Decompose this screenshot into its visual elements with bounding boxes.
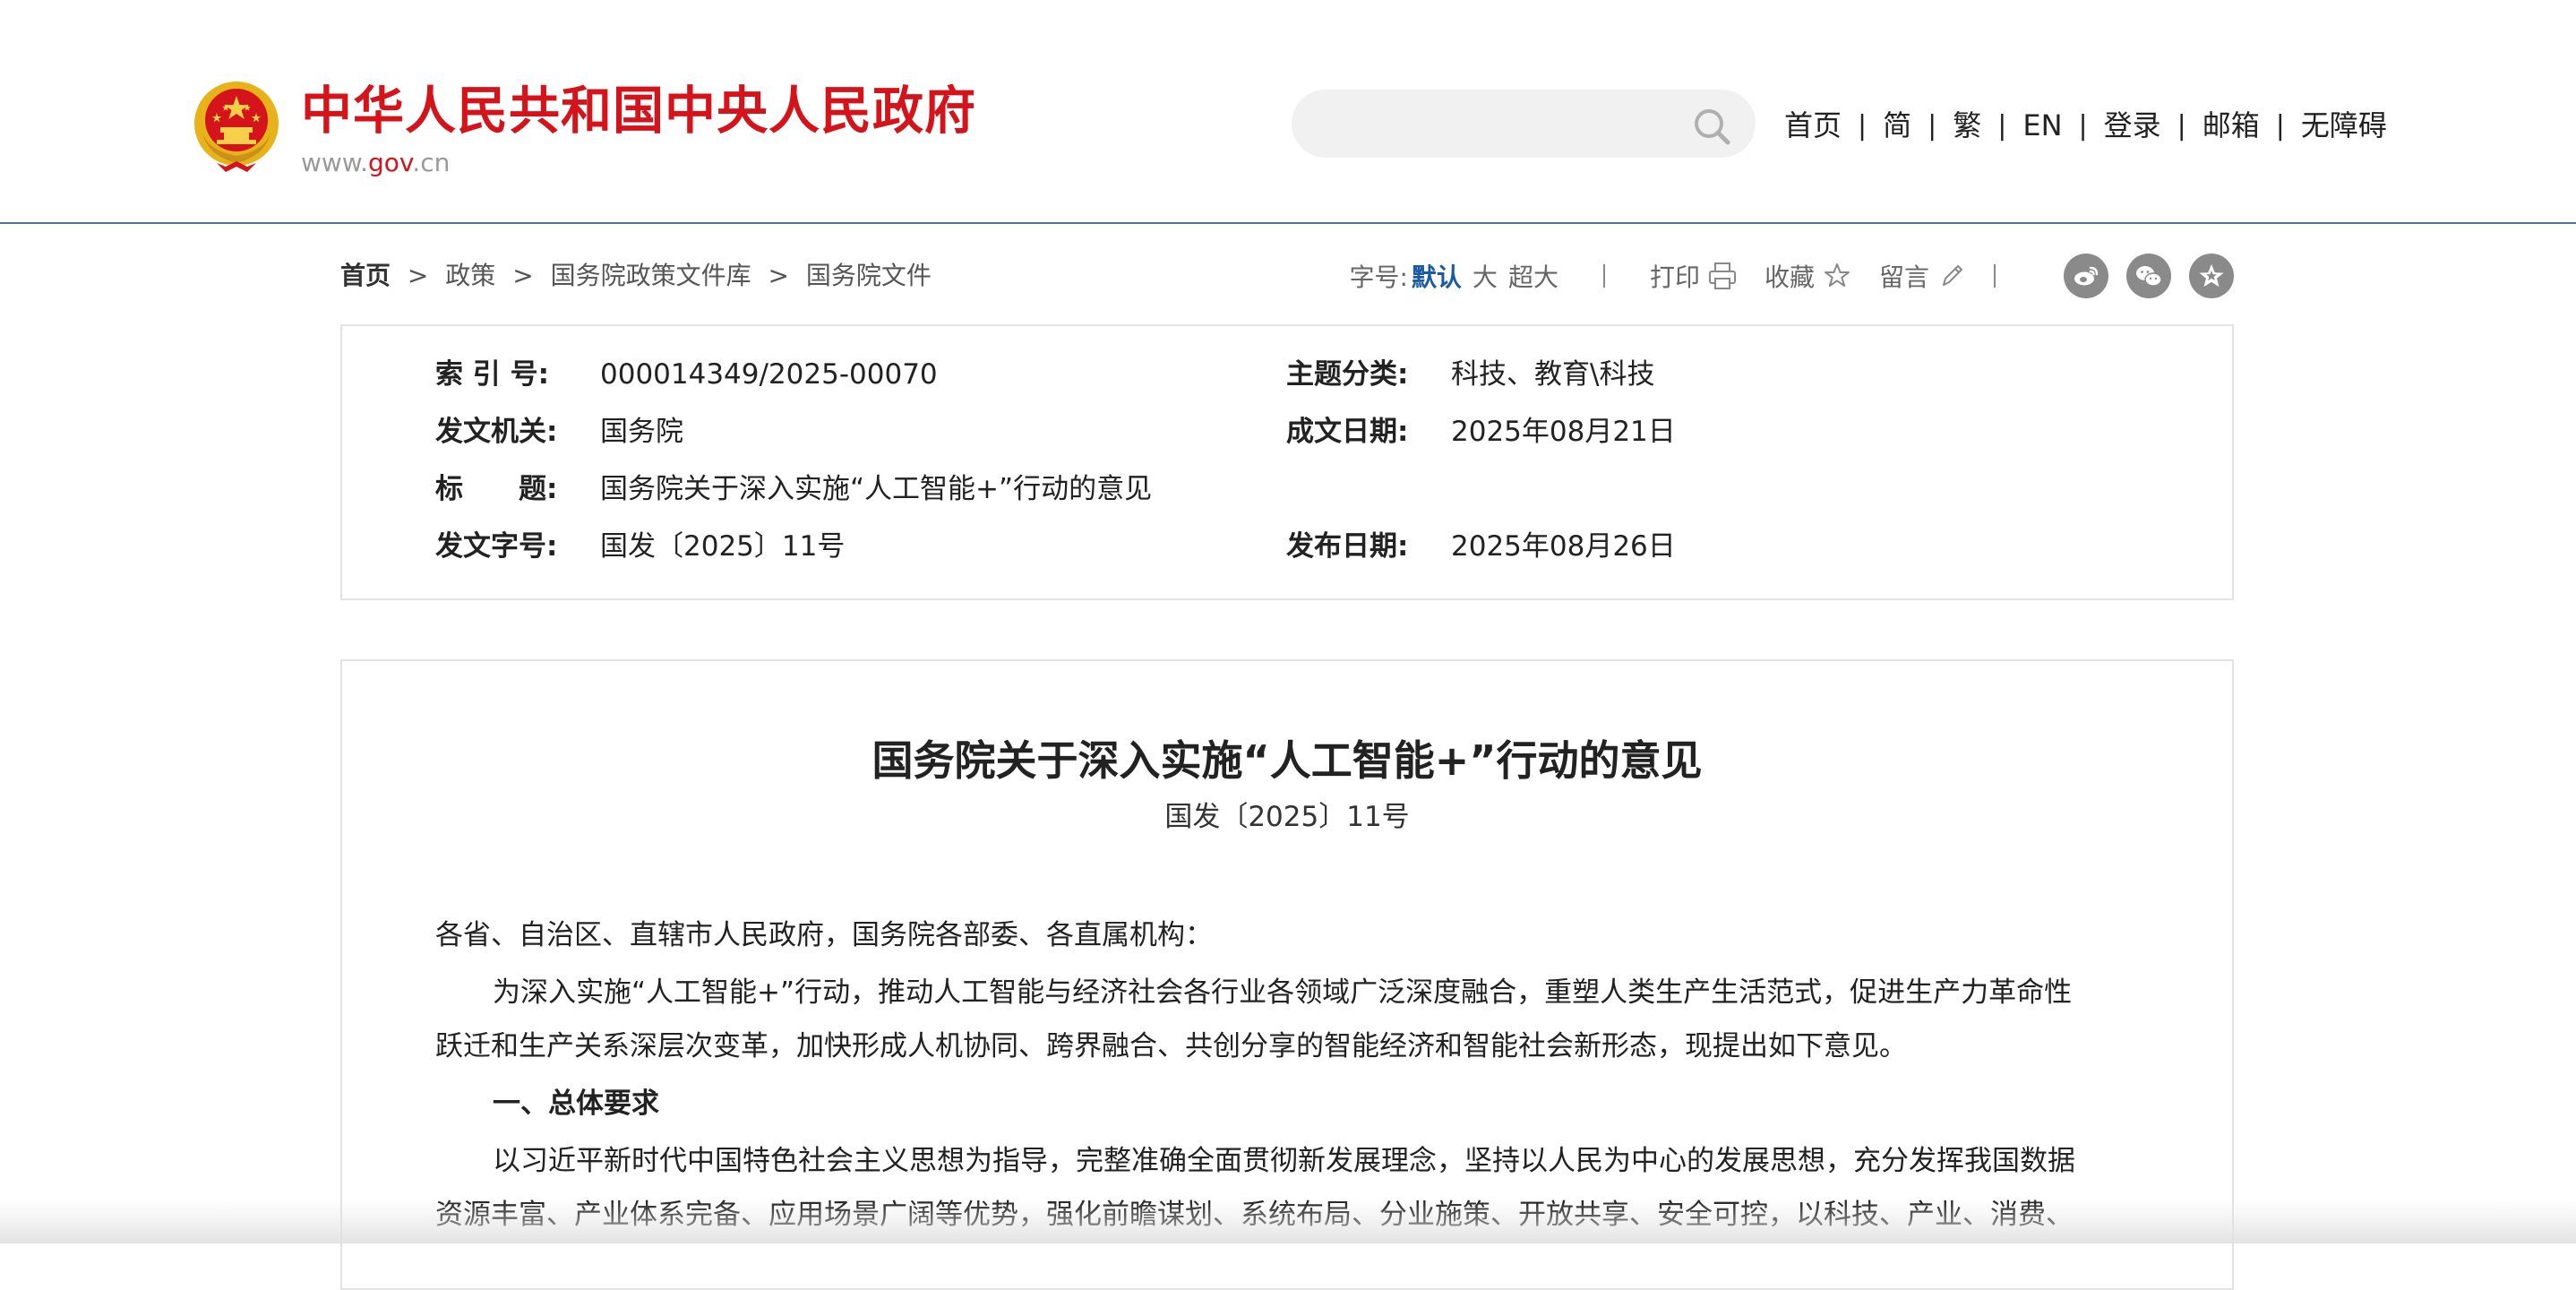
nav-separator: |: [1997, 109, 2007, 142]
breadcrumb-state-council-docs[interactable]: 国务院文件: [806, 261, 932, 290]
search-box: [1292, 90, 1756, 158]
paragraph-line: 以习近平新时代中国特色社会主义思想为指导，完整准确全面贯彻新发展理念，坚持以人民…: [493, 1145, 2075, 1177]
breadcrumb: 首页 > 政策 > 国务院政策文件库 > 国务院文件: [340, 258, 932, 294]
font-size-xlarge[interactable]: 超大: [1508, 258, 1558, 294]
qzone-share-button[interactable]: [2189, 254, 2234, 298]
nav-separator: |: [1928, 109, 1937, 142]
issuer-label: 发文机关:: [435, 416, 558, 448]
category-value: 科技、教育\科技: [1451, 358, 1655, 391]
site-url-suffix: .cn: [412, 148, 451, 177]
document-title: 国务院关于深入实施“人工智能+”行动的意见: [872, 736, 1703, 785]
paragraph-line: 跃迁和生产关系深层次变革，加快形成人机协同、跨界融合、共创分享的智能经济和智能社…: [435, 1030, 1907, 1062]
doc-number-value: 国发〔2025〕11号: [600, 530, 846, 563]
nav-separator: |: [1858, 109, 1868, 142]
article-body: 国务院关于深入实施“人工智能+”行动的意见 国发〔2025〕11号 各省、自治区…: [340, 659, 2234, 1290]
nav-login[interactable]: 登录: [2104, 100, 2161, 150]
salutation: 各省、自治区、直辖市人民政府，国务院各部委、各直属机构：: [435, 919, 1213, 951]
toolbar: 首页 > 政策 > 国务院政策文件库 > 国务院文件 字号: 默认 大 超大 打…: [340, 249, 2234, 303]
publish-date-label: 发布日期:: [1286, 530, 1409, 563]
nav-home[interactable]: 首页: [1784, 100, 1842, 150]
site-url-prefix: www.: [301, 148, 369, 177]
written-date-value: 2025年08月21日: [1451, 416, 1676, 448]
logo-text: 中华人民共和国中央人民政府 www.gov.cn: [301, 79, 976, 181]
title-label: 标 题:: [435, 473, 558, 505]
tool-divider: [1602, 264, 1605, 288]
weibo-icon: [2074, 266, 2099, 286]
publish-date-value: 2025年08月26日: [1451, 530, 1676, 563]
qzone-icon: [2199, 264, 2224, 288]
nav-simplified[interactable]: 简: [1883, 100, 1911, 150]
page-tools: 字号: 默认 大 超大 打印 收藏 留言: [1349, 249, 2234, 303]
nav-accessibility[interactable]: 无障碍: [2301, 100, 2387, 150]
printer-icon: [1708, 262, 1736, 289]
nav-separator: |: [2078, 109, 2088, 142]
font-size-label: 字号:: [1349, 262, 1408, 292]
section-heading: 一、总体要求: [493, 1088, 659, 1120]
pencil-icon: [1943, 265, 1962, 286]
nav-traditional[interactable]: 繁: [1953, 100, 1981, 150]
tool-divider: [1994, 264, 1996, 288]
site-url-gov: gov: [368, 148, 413, 177]
document-info-table: 索 引 号: 000014349/2025-00070 主题分类: 科技、教育\…: [340, 324, 2234, 600]
issuer-value: 国务院: [600, 416, 683, 448]
national-emblem-icon: [194, 82, 279, 172]
header-divider: [0, 222, 2576, 224]
breadcrumb-separator: >: [768, 261, 789, 290]
paragraph-line: 资源丰富、产业体系完备、应用场景广阔等优势，强化前瞻谋划、系统布局、分业施策、开…: [435, 1199, 2074, 1231]
search-input[interactable]: [1324, 99, 1686, 150]
wechat-icon: [2136, 266, 2162, 287]
nav-separator: |: [2177, 109, 2186, 142]
breadcrumb-home[interactable]: 首页: [340, 261, 391, 290]
site-url: www.gov.cn: [301, 145, 976, 181]
favorite-label: 收藏: [1764, 262, 1815, 292]
top-nav: 首页 | 简 | 繁 | EN | 登录 | 邮箱 | 无障碍: [1784, 100, 2387, 150]
title-value: 国务院关于深入实施“人工智能+”行动的意见: [600, 473, 1153, 505]
doc-number-label: 发文字号:: [435, 530, 558, 563]
index-number-value: 000014349/2025-00070: [600, 358, 938, 391]
print-button[interactable]: 打印: [1650, 258, 1738, 294]
category-label: 主题分类:: [1286, 358, 1409, 391]
breadcrumb-policy-library[interactable]: 国务院政策文件库: [551, 261, 751, 290]
breadcrumb-separator: >: [512, 261, 534, 290]
favorite-button[interactable]: 收藏: [1765, 258, 1852, 294]
wechat-share-button[interactable]: [2126, 254, 2171, 298]
comment-button[interactable]: 留言: [1879, 258, 1967, 294]
print-label: 打印: [1649, 262, 1700, 292]
star-icon: [1824, 263, 1850, 287]
search-icon[interactable]: [1691, 106, 1732, 147]
written-date-label: 成文日期:: [1286, 416, 1409, 448]
nav-separator: |: [2275, 109, 2285, 142]
site-header: 中华人民共和国中央人民政府 www.gov.cn 首页 | 简 | 繁 | EN…: [0, 0, 2576, 222]
weibo-share-button[interactable]: [2064, 254, 2108, 298]
paragraph-line: 为深入实施“人工智能+”行动，推动人工智能与经济社会各行业各领域广泛深度融合，重…: [493, 976, 2073, 1009]
site-title: 中华人民共和国中央人民政府: [301, 82, 976, 141]
font-size-large[interactable]: 大: [1473, 258, 1498, 294]
site-logo[interactable]: 中华人民共和国中央人民政府 www.gov.cn: [190, 79, 996, 186]
nav-mailbox[interactable]: 邮箱: [2202, 100, 2260, 150]
nav-english[interactable]: EN: [2022, 100, 2062, 150]
breadcrumb-separator: >: [407, 261, 429, 290]
font-size-default[interactable]: 默认: [1412, 258, 1462, 294]
breadcrumb-policy[interactable]: 政策: [445, 261, 495, 290]
index-number-label: 索 引 号:: [435, 358, 549, 391]
comment-label: 留言: [1878, 262, 1929, 292]
document-number: 国发〔2025〕11号: [1164, 801, 1410, 833]
